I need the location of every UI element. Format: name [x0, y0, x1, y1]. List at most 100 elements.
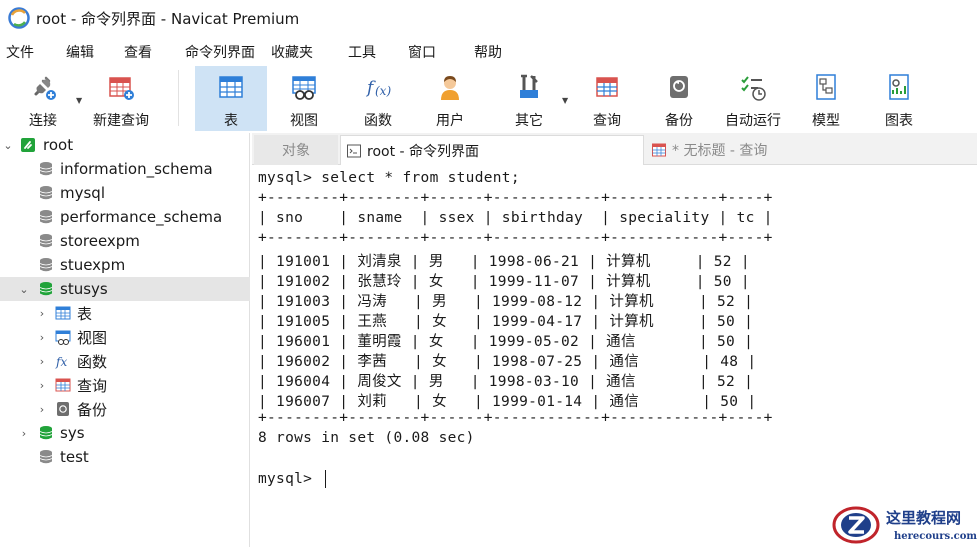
menu-tools[interactable]: 工具 [348, 42, 376, 62]
connect-label: 连接 [29, 113, 57, 129]
tree-db-label: information_schema [60, 160, 213, 178]
tree-node-label: 查询 [77, 376, 108, 395]
plug-icon [34, 76, 56, 100]
tree-node-label: 函数 [77, 352, 108, 371]
new-query-icon [109, 77, 134, 100]
menu-favorites[interactable]: 收藏夹 [271, 42, 313, 62]
table-icon [219, 76, 243, 98]
navicat-logo-icon [8, 7, 30, 29]
menu-help[interactable]: 帮助 [474, 42, 502, 62]
tree-connection-label: root [43, 136, 74, 154]
tree-node-views[interactable]: › 视图 [0, 325, 250, 349]
collapse-chevron-icon[interactable]: ⌄ [18, 283, 30, 296]
result-row: | 191001 | 刘清泉 | 男 | 1998-06-21 | 计算机 | … [258, 254, 750, 270]
tree-db-label: stusys [60, 280, 108, 298]
watermark-domain: herecours.com [894, 531, 977, 542]
database-icon [39, 210, 53, 224]
tree-node-backups[interactable]: › 备份 [0, 397, 250, 421]
menu-console[interactable]: 命令列界面 [185, 42, 255, 62]
tree-db-mysql[interactable]: mysql [0, 181, 250, 205]
model-button[interactable]: 模型 [794, 66, 858, 131]
function-icon: f (x) [365, 78, 391, 98]
tree-node-label: 表 [77, 304, 93, 323]
function-button[interactable]: f (x) 函数 [344, 66, 412, 131]
tab-untitled-query[interactable]: * 无标题 - 查询 [646, 135, 956, 165]
query-button[interactable]: 查询 [574, 66, 640, 131]
model-icon [816, 74, 836, 100]
menu-file[interactable]: 文件 [6, 42, 34, 62]
menu-edit[interactable]: 编辑 [66, 42, 94, 62]
result-row: | 196002 | 李茜 | 女 | 1998-07-25 | 通信 | 48… [258, 354, 757, 370]
autorun-label: 自动运行 [725, 113, 781, 129]
expand-chevron-icon[interactable]: › [18, 427, 30, 440]
query-icon [652, 143, 666, 157]
database-open-icon [39, 426, 53, 440]
tree-db-performance-schema[interactable]: performance_schema [0, 205, 250, 229]
tab-objects[interactable]: 对象 [254, 135, 338, 165]
chart-button[interactable]: 图表 [866, 66, 932, 131]
tree-db-information-schema[interactable]: information_schema [0, 157, 250, 181]
collapse-chevron-icon[interactable]: ⌄ [2, 139, 14, 152]
tree-db-sys[interactable]: › sys [0, 421, 250, 445]
expand-chevron-icon[interactable]: › [36, 403, 48, 416]
watermark-name: 这里教程网 [886, 509, 961, 527]
query-icon [55, 378, 71, 392]
tree-db-label: sys [60, 424, 85, 442]
connect-button[interactable]: 连接 [12, 66, 74, 131]
view-icon [55, 330, 71, 345]
expand-chevron-icon[interactable]: › [36, 379, 48, 392]
checklist-icon [741, 76, 766, 101]
tree-db-test[interactable]: test [0, 445, 250, 469]
database-icon [39, 186, 53, 200]
result-border: +--------+--------+------+------------+-… [258, 190, 773, 206]
result-row: | 196004 | 周俊文 | 男 | 1998-03-10 | 通信 | 5… [258, 374, 754, 390]
view-button[interactable]: 视图 [270, 66, 338, 131]
user-button[interactable]: 用户 [416, 66, 484, 131]
watermark-logo-icon: 这里教程网 herecours.com [832, 506, 977, 544]
tree-db-stusys[interactable]: ⌄ stusys [0, 277, 250, 301]
tree-db-stuexpm[interactable]: stuexpm [0, 253, 250, 277]
tree-db-storeexpm[interactable]: storeexpm [0, 229, 250, 253]
console-prompt: mysql> [258, 471, 322, 487]
menu-view[interactable]: 查看 [124, 42, 152, 62]
tree-node-functions[interactable]: › fx 函数 [0, 349, 250, 373]
menu-window[interactable]: 窗口 [408, 42, 436, 62]
tree-db-label: test [60, 448, 89, 466]
backup-button[interactable]: 备份 [646, 66, 712, 131]
tab-console-label: root - 命令列界面 [367, 143, 480, 160]
new-query-button[interactable]: 新建查询 [88, 66, 154, 131]
other-dropdown-icon[interactable]: ▼ [562, 96, 568, 105]
other-button[interactable]: 其它 [494, 66, 564, 131]
tab-objects-label: 对象 [282, 143, 310, 159]
result-summary: 8 rows in set (0.08 sec) [258, 430, 475, 446]
expand-chevron-icon[interactable]: › [36, 331, 48, 344]
tree-node-tables[interactable]: › 表 [0, 301, 250, 325]
connect-dropdown-icon[interactable]: ▼ [76, 96, 82, 105]
result-border: +--------+--------+------+------------+-… [258, 230, 773, 246]
console-prompt-line[interactable]: mysql> [258, 470, 327, 488]
table-label: 表 [224, 113, 238, 129]
result-row: | 196007 | 刘莉 | 女 | 1999-01-14 | 通信 | 50… [258, 394, 757, 410]
text-cursor [325, 470, 327, 488]
expand-chevron-icon[interactable]: › [36, 355, 48, 368]
console-output[interactable]: mysql> select * from student; +--------+… [252, 166, 977, 547]
table-icon [55, 306, 71, 320]
tree-db-label: storeexpm [60, 232, 140, 250]
tree-node-queries[interactable]: › 查询 [0, 373, 250, 397]
tree-connection-root[interactable]: ⌄ root [0, 133, 250, 157]
expand-chevron-icon[interactable]: › [36, 307, 48, 320]
result-border: +--------+--------+------+------------+-… [258, 410, 773, 426]
view-icon [292, 76, 316, 100]
menu-bar: 文件 编辑 查看 命令列界面 收藏夹 工具 窗口 帮助 [0, 38, 977, 64]
backup-icon [670, 76, 688, 98]
tree-db-label: stuexpm [60, 256, 126, 274]
user-label: 用户 [436, 113, 464, 129]
backup-label: 备份 [665, 113, 693, 129]
table-button[interactable]: 表 [195, 66, 267, 131]
tab-console[interactable]: root - 命令列界面 [340, 135, 644, 165]
autorun-button[interactable]: 自动运行 [718, 66, 788, 131]
toolbar: 连接 ▼ 新建查询 表 视图 f (x) 函数 用户 其它 ▼ 查询 备份 自动… [0, 66, 977, 131]
connection-tree: ⌄ root information_schema mysql performa… [0, 133, 250, 547]
svg-text:(x): (x) [375, 84, 391, 98]
model-label: 模型 [812, 113, 840, 129]
